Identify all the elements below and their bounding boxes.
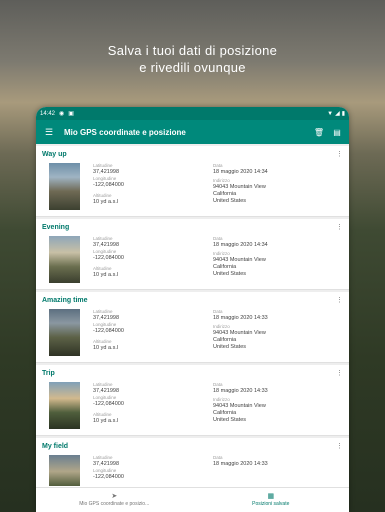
date-value: 18 maggio 2020 14:34 — [213, 169, 268, 175]
coordinates-column: Latitudine 37,421998 Longitudine -122,08… — [93, 163, 124, 206]
bottom-navigation: ➤ Mio GPS coordinate e posizio... ▦ Posi… — [36, 487, 349, 512]
more-options-icon[interactable]: ⋮ — [336, 150, 343, 158]
longitude-value: -122,084000 — [93, 474, 124, 480]
delete-icon[interactable]: 🗑 — [313, 128, 325, 137]
battery-icon: ▮ — [341, 111, 345, 117]
altitude-value: 10 yd a.s.l — [93, 272, 119, 278]
longitude-value: -122,084000 — [93, 255, 124, 261]
location-card[interactable]: Trip ⋮ Latitudine 37,421998 Longitudine … — [36, 365, 349, 436]
latitude-value: 37,421998 — [93, 388, 119, 394]
date-value: 18 maggio 2020 14:33 — [213, 388, 268, 394]
coordinates-column: Latitudine 37,421998 Longitudine -122,08… — [93, 309, 124, 352]
location-photo — [49, 309, 80, 356]
address-line-3: United States — [213, 344, 247, 350]
address-line-1: 94043 Mountain View — [213, 257, 266, 263]
altitude-value: 10 yd a.s.l — [93, 345, 119, 351]
app-title: Mio GPS coordinate e posizione — [64, 127, 186, 137]
address-line-2: California — [213, 337, 237, 343]
calendar-icon: ▦ — [267, 493, 275, 500]
date-value: 18 maggio 2020 14:33 — [213, 315, 268, 321]
location-name: My field — [42, 443, 69, 450]
app-bar: ☰ Mio GPS coordinate e posizione 🗑 ▤ — [36, 120, 349, 144]
location-name: Trip — [42, 370, 55, 377]
status-time: 14:42 — [40, 110, 56, 117]
address-line-3: United States — [213, 417, 247, 423]
date-address-column: Data 18 maggio 2020 14:34 Indirizzo 9404… — [213, 236, 268, 278]
address-line-2: California — [213, 410, 237, 416]
location-name: Amazing time — [42, 297, 88, 304]
location-name: Evening — [42, 224, 70, 231]
tab-saved-positions-label: Posizioni salvate — [252, 501, 290, 507]
location-name: Way up — [42, 151, 67, 158]
address-line-3: United States — [213, 198, 247, 204]
saved-locations-list[interactable]: Way up ⋮ Latitudine 37,421998 Longitudin… — [36, 144, 349, 486]
location-card[interactable]: Amazing time ⋮ Latitudine 37,421998 Long… — [36, 292, 349, 363]
menu-icon[interactable]: ☰ — [42, 127, 56, 138]
promo-line-1: Salva i tuoi dati di posizione — [107, 43, 278, 58]
promo-line-2: e rivedili ovunque — [139, 60, 246, 75]
longitude-value: -122,084000 — [93, 401, 124, 407]
more-options-icon[interactable]: ⋮ — [336, 442, 343, 450]
location-card[interactable]: Evening ⋮ Latitudine 37,421998 Longitudi… — [36, 219, 349, 290]
notification-icon: ◉ — [59, 111, 65, 117]
date-address-column: Data 18 maggio 2020 14:33 Indirizzo 9404… — [213, 309, 268, 351]
address-line-1: 94043 Mountain View — [213, 403, 266, 409]
navigation-arrow-icon: ➤ — [111, 493, 118, 500]
notification-icon-2: ▣ — [68, 111, 74, 117]
altitude-value: 10 yd a.s.l — [93, 199, 119, 205]
device-screen: 14:42 ◉ ▣ ▼ ◢ ▮ ☰ Mio GPS coordinate e p… — [36, 107, 349, 512]
file-export-icon[interactable]: ▤ — [331, 128, 343, 137]
address-line-3: United States — [213, 271, 247, 277]
location-card[interactable]: Way up ⋮ Latitudine 37,421998 Longitudin… — [36, 146, 349, 217]
longitude-value: -122,084000 — [93, 182, 124, 188]
location-card[interactable]: My field ⋮ Latitudine 37,421998 Longitud… — [36, 438, 349, 486]
more-options-icon[interactable]: ⋮ — [336, 369, 343, 377]
location-photo — [49, 163, 80, 210]
date-value: 18 maggio 2020 14:33 — [213, 461, 268, 467]
date-address-column: Data 18 maggio 2020 14:34 Indirizzo 9404… — [213, 163, 268, 205]
wifi-icon: ▼ — [327, 110, 334, 117]
status-bar: 14:42 ◉ ▣ ▼ ◢ ▮ — [36, 107, 349, 120]
promo-headline: Salva i tuoi dati di posizione e rivedil… — [0, 42, 385, 76]
address-line-2: California — [213, 264, 237, 270]
latitude-value: 37,421998 — [93, 315, 119, 321]
date-address-column: Data 18 maggio 2020 14:33 — [213, 455, 268, 468]
coordinates-column: Latitudine 37,421998 Longitudine -122,08… — [93, 455, 124, 481]
altitude-value: 10 yd a.s.l — [93, 418, 119, 424]
address-line-1: 94043 Mountain View — [213, 184, 266, 190]
more-options-icon[interactable]: ⋮ — [336, 223, 343, 231]
tab-my-gps-label: Mio GPS coordinate e posizio... — [79, 501, 150, 507]
location-photo — [49, 382, 80, 429]
date-value: 18 maggio 2020 14:34 — [213, 242, 268, 248]
tab-my-gps[interactable]: ➤ Mio GPS coordinate e posizio... — [36, 488, 193, 512]
tab-saved-positions[interactable]: ▦ Posizioni salvate — [193, 488, 350, 512]
coordinates-column: Latitudine 37,421998 Longitudine -122,08… — [93, 382, 124, 425]
latitude-value: 37,421998 — [93, 169, 119, 175]
signal-icon: ◢ — [335, 111, 340, 117]
address-line-1: 94043 Mountain View — [213, 330, 266, 336]
date-address-column: Data 18 maggio 2020 14:33 Indirizzo 9404… — [213, 382, 268, 424]
coordinates-column: Latitudine 37,421998 Longitudine -122,08… — [93, 236, 124, 279]
latitude-value: 37,421998 — [93, 242, 119, 248]
longitude-value: -122,084000 — [93, 328, 124, 334]
location-photo — [49, 455, 80, 486]
address-line-2: California — [213, 191, 237, 197]
latitude-value: 37,421998 — [93, 461, 119, 467]
more-options-icon[interactable]: ⋮ — [336, 296, 343, 304]
location-photo — [49, 236, 80, 283]
